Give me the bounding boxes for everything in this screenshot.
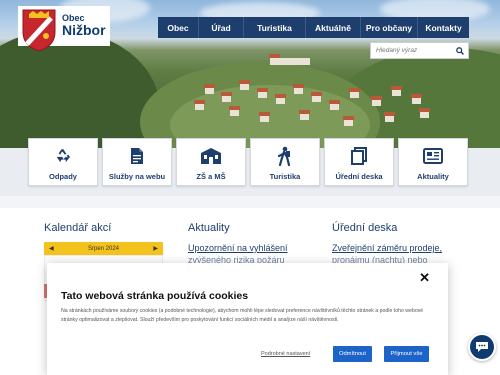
nav-item-kontakty[interactable]: Kontakty	[418, 17, 469, 38]
tile-aktuality[interactable]: Aktuality	[398, 138, 468, 186]
chevron-left-icon[interactable]: ◀	[49, 245, 54, 252]
copy-icon	[351, 145, 367, 167]
section-separator	[0, 196, 500, 208]
nav-item-turistika[interactable]: Turistika	[244, 17, 306, 38]
logo[interactable]: Obec Nižbor	[18, 6, 110, 52]
hiker-icon	[277, 145, 293, 167]
cookie-title: Tato webová stránka používá cookies	[61, 290, 249, 302]
calendar-title: Kalendář akcí	[44, 222, 112, 234]
board-title: Úřední deska	[332, 222, 398, 234]
tile-turistika[interactable]: Turistika	[250, 138, 320, 186]
tile-sluzby-na-webu[interactable]: Služby na webu	[102, 138, 172, 186]
search-box	[370, 42, 469, 59]
news-title: Aktuality	[188, 222, 230, 234]
tile-label: ZŠ a MŠ	[196, 172, 226, 181]
nav-item-obec[interactable]: Obec	[158, 17, 199, 38]
tile-odpady[interactable]: Odpady	[28, 138, 98, 186]
close-icon[interactable]: ✕	[419, 270, 430, 286]
search-input[interactable]	[371, 47, 453, 54]
coat-of-arms-icon	[21, 8, 57, 52]
nav-item-aktualne[interactable]: Aktuálně	[306, 17, 361, 38]
accept-all-button[interactable]: Přijmout vše	[384, 346, 429, 362]
chevron-right-icon[interactable]: ▶	[153, 245, 158, 252]
tile-label: Turistika	[269, 172, 301, 181]
nav-item-pro-obcany[interactable]: Pro občany	[361, 17, 418, 38]
search-icon[interactable]	[453, 43, 467, 58]
board-link-1[interactable]: Zveřejnění záměru prodeje,	[332, 242, 452, 254]
tile-uredni-deska[interactable]: Úřední deska	[324, 138, 394, 186]
school-icon	[200, 145, 222, 167]
chat-icon	[476, 342, 488, 352]
document-icon	[130, 145, 144, 167]
tile-label: Služby na webu	[108, 172, 166, 181]
news-link-1[interactable]: Upozornění na vyhlášení	[188, 242, 318, 254]
cookie-settings-link[interactable]: Podrobné nastavení	[261, 351, 310, 357]
tile-label: Odpady	[49, 172, 77, 181]
tile-label: Úřední deska	[335, 172, 383, 181]
chat-button[interactable]	[468, 333, 496, 361]
tile-label: Aktuality	[417, 172, 449, 181]
calendar-header: ◀ Srpen 2024 ▶	[44, 242, 163, 255]
cookie-text: Na stránkách používáme soubory cookies (…	[61, 308, 424, 323]
main-navigation: Obec Úřad Turistika Aktuálně Pro občany …	[158, 17, 469, 38]
reject-button[interactable]: Odmítnout	[333, 346, 372, 362]
cookie-dialog: ✕ Tato webová stránka používá cookies Na…	[47, 263, 448, 375]
newspaper-icon	[423, 145, 443, 167]
nav-item-urad[interactable]: Úřad	[199, 17, 244, 38]
calendar-month: Srpen 2024	[87, 245, 120, 252]
recycle-icon	[54, 145, 72, 167]
tile-zs-a-ms[interactable]: ZŠ a MŠ	[176, 138, 246, 186]
brand-name: Nižbor	[62, 22, 106, 39]
